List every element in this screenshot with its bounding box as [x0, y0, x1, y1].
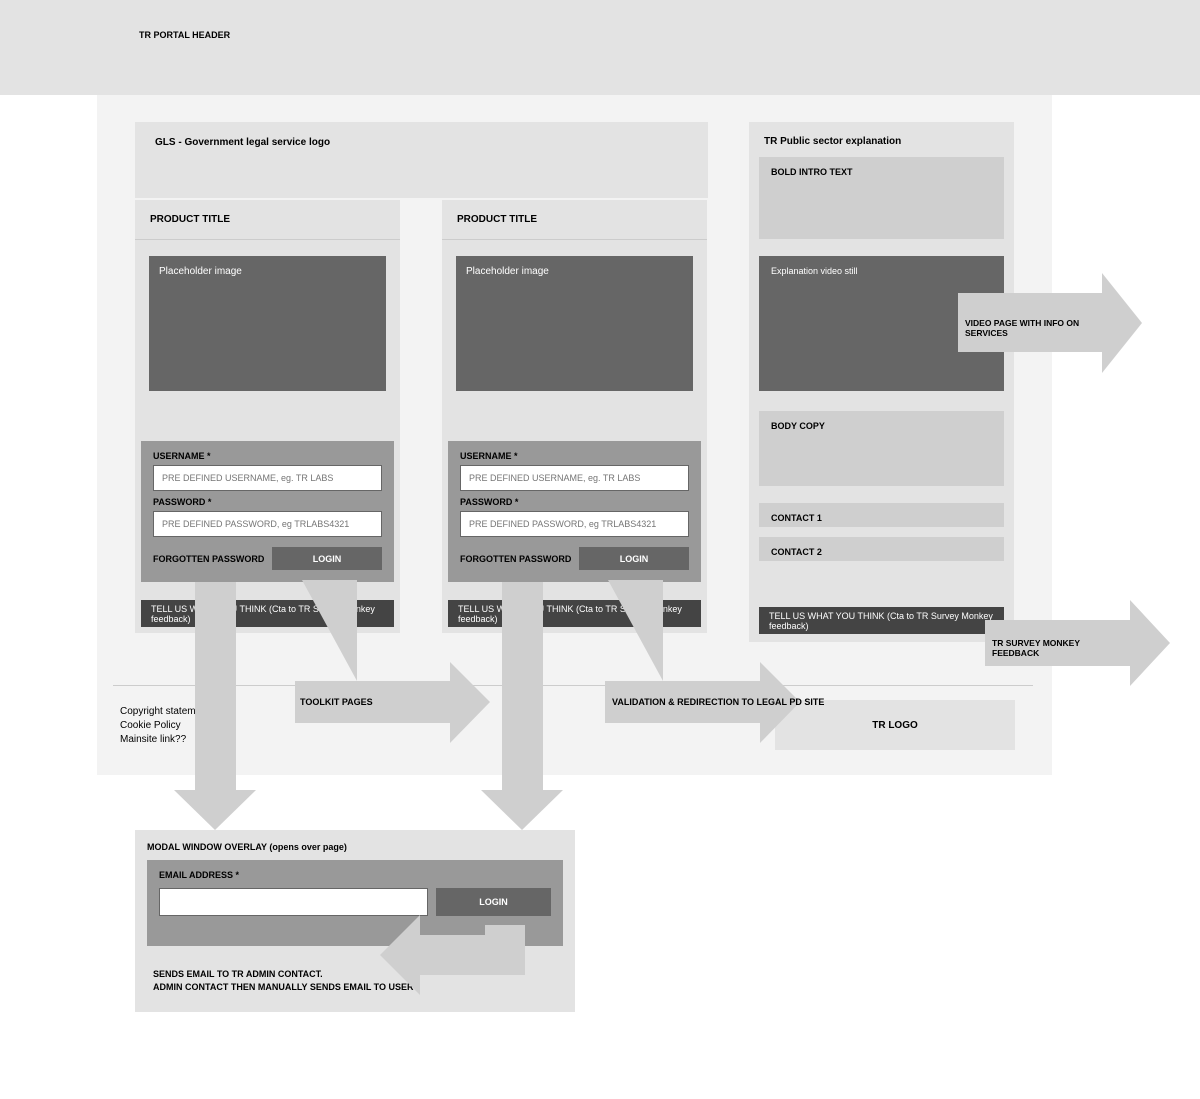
callout-video-page: VIDEO PAGE WITH INFO ON SERVICES [965, 318, 1100, 338]
callout-survey: TR SURVEY MONKEY FEEDBACK [992, 638, 1127, 658]
flow-arrows [0, 0, 1200, 1099]
callout-validation: VALIDATION & REDIRECTION TO LEGAL PD SIT… [612, 697, 824, 707]
callout-toolkit: TOOLKIT PAGES [300, 697, 373, 707]
